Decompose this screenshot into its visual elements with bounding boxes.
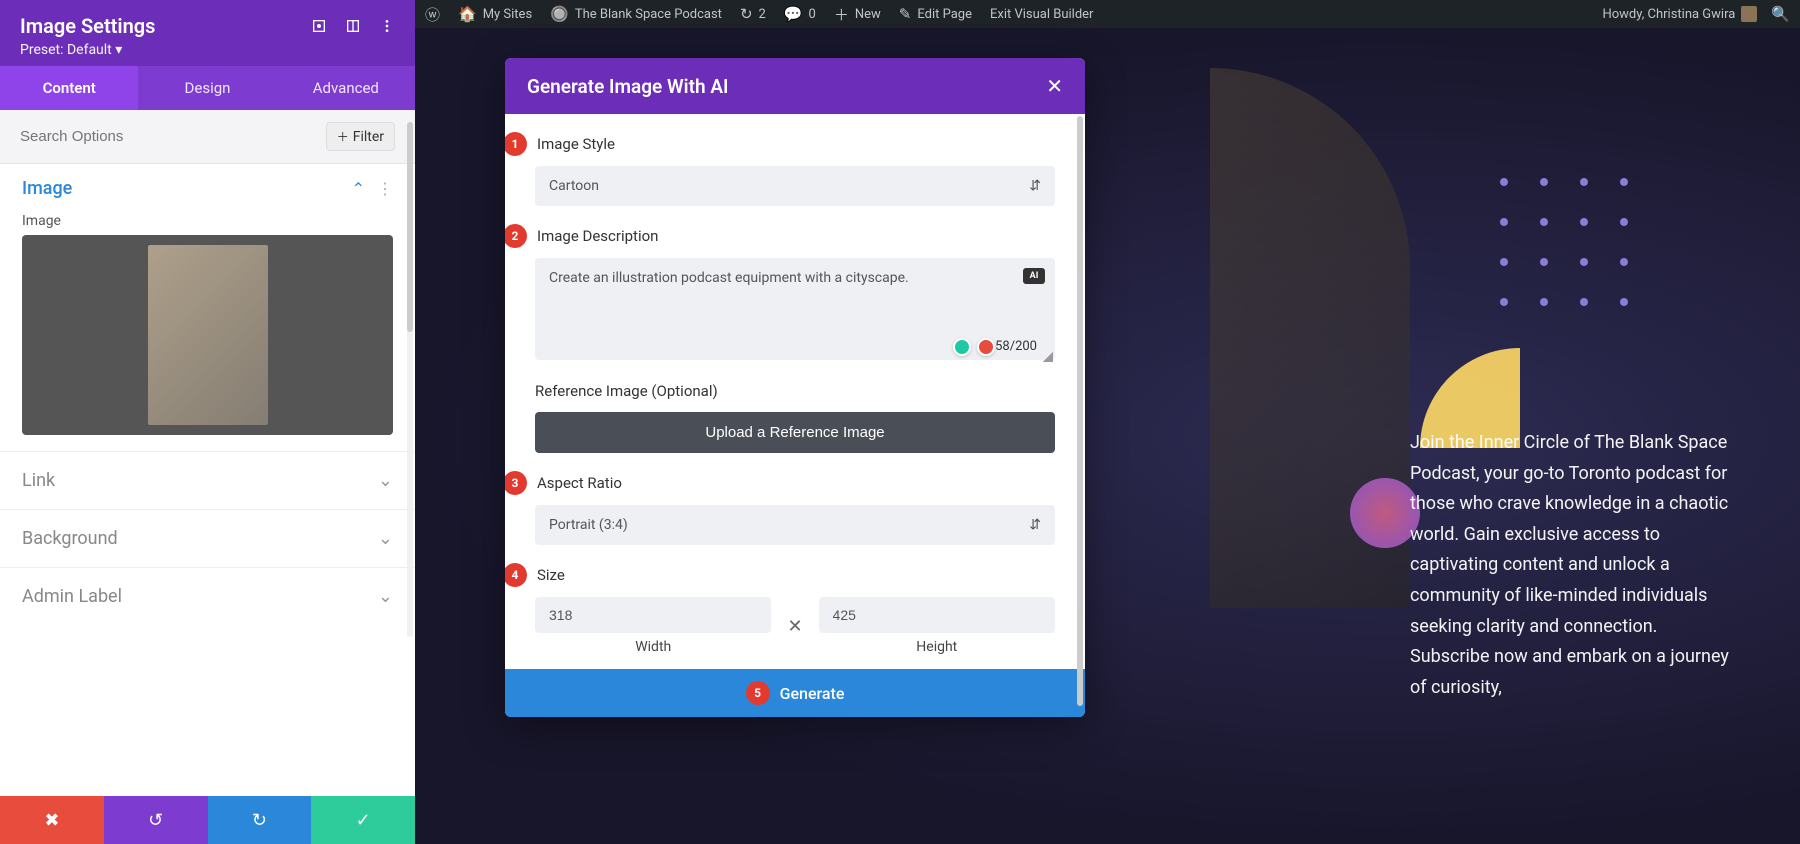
settings-title: Image Settings (20, 14, 155, 38)
my-sites-link[interactable]: 🏠My Sites (458, 5, 532, 23)
image-style-select[interactable]: Cartoon⇵ (535, 166, 1055, 206)
step-badge-3: 3 (505, 471, 527, 495)
search-row: ＋Filter (0, 110, 415, 164)
close-icon[interactable]: ✕ (1046, 74, 1063, 98)
modal-scrollbar[interactable] (1077, 116, 1083, 706)
textarea-resize-handle[interactable] (1043, 352, 1053, 362)
search-icon[interactable]: 🔍 (1771, 5, 1790, 23)
image-style-label: Image Style (537, 135, 615, 153)
kebab-menu-icon[interactable] (379, 18, 395, 34)
panel-layout-icon[interactable] (345, 18, 361, 34)
updates-link[interactable]: ↻2 (740, 5, 766, 23)
image-settings-panel: Image Settings Preset: Default ▾ Content… (0, 0, 415, 844)
tab-advanced[interactable]: Advanced (277, 66, 415, 110)
section-background[interactable]: Background⌄ (0, 509, 415, 567)
howdy-user[interactable]: Howdy, Christina Gwira (1602, 6, 1757, 22)
step-badge-5: 5 (746, 681, 770, 705)
undo-button[interactable]: ↺ (104, 796, 208, 844)
redo-button[interactable]: ↻ (208, 796, 312, 844)
site-name-link[interactable]: 🔘The Blank Space Podcast (550, 5, 722, 23)
wp-logo-icon[interactable]: ⓦ (425, 4, 440, 25)
generate-button[interactable]: 5 Generate (505, 669, 1085, 717)
chevron-down-icon: ⌄ (378, 470, 393, 491)
footer-actions: ✖ ↺ ↻ ✓ (0, 796, 415, 844)
chevron-down-icon: ⌄ (378, 528, 393, 549)
exit-visual-builder-link[interactable]: Exit Visual Builder (990, 7, 1093, 22)
image-description-label: Image Description (537, 227, 658, 245)
height-input[interactable] (819, 597, 1055, 633)
comments-link[interactable]: 💬0 (784, 5, 816, 23)
tab-content[interactable]: Content (0, 66, 138, 110)
image-preview[interactable] (22, 235, 393, 435)
size-multiply-icon: ✕ (787, 616, 802, 637)
save-button[interactable]: ✓ (311, 796, 415, 844)
avatar (1741, 6, 1757, 22)
new-link[interactable]: ＋New (834, 4, 881, 25)
chevron-up-icon[interactable]: ⌃ (352, 179, 365, 198)
select-arrows-icon: ⇵ (1029, 517, 1041, 533)
settings-tabs: Content Design Advanced (0, 66, 415, 110)
wp-admin-bar: ⓦ 🏠My Sites 🔘The Blank Space Podcast ↻2 … (415, 0, 1800, 28)
generate-image-modal: Generate Image With AI ✕ 1 Image Style C… (505, 58, 1085, 717)
section-image-header[interactable]: Image ⌃ ⋮ (0, 164, 415, 213)
image-thumbnail (148, 245, 268, 425)
step-badge-4: 4 (505, 563, 527, 587)
upload-reference-button[interactable]: Upload a Reference Image (535, 412, 1055, 453)
step-badge-2: 2 (505, 224, 527, 248)
settings-body: Image ⌃ ⋮ Image Link⌄ Background⌄ Admin … (0, 164, 415, 796)
width-sublabel: Width (635, 639, 671, 655)
step-badge-1: 1 (505, 132, 527, 156)
reference-image-label: Reference Image (Optional) (535, 382, 1055, 400)
image-field-label: Image (0, 213, 415, 235)
section-image-title: Image (22, 178, 72, 199)
dot-pattern (1500, 178, 1660, 338)
expand-icon[interactable] (311, 18, 327, 34)
tab-design[interactable]: Design (138, 66, 276, 110)
size-label: Size (537, 566, 565, 584)
grammarly-ok-icon[interactable] (953, 338, 971, 356)
char-count: 58/200 (995, 339, 1037, 354)
aspect-ratio-select[interactable]: Portrait (3:4)⇵ (535, 505, 1055, 545)
page-blurb: Join the Inner Circle of The Blank Space… (1410, 428, 1740, 703)
aspect-ratio-label: Aspect Ratio (537, 474, 622, 492)
select-arrows-icon: ⇵ (1029, 178, 1041, 194)
ai-badge[interactable]: AI (1023, 268, 1045, 284)
preset-dropdown[interactable]: Preset: Default ▾ (20, 42, 155, 58)
settings-header: Image Settings Preset: Default ▾ (0, 0, 415, 66)
width-input[interactable] (535, 597, 771, 633)
chevron-down-icon: ⌄ (378, 586, 393, 607)
grammarly-error-icon[interactable] (977, 338, 995, 356)
section-admin-label[interactable]: Admin Label⌄ (0, 567, 415, 625)
section-link[interactable]: Link⌄ (0, 451, 415, 509)
edit-page-link[interactable]: ✎Edit Page (899, 5, 972, 23)
filter-button[interactable]: ＋Filter (326, 122, 395, 151)
scrollbar-thumb[interactable] (407, 122, 413, 332)
height-sublabel: Height (916, 639, 957, 655)
cancel-button[interactable]: ✖ (0, 796, 104, 844)
modal-title: Generate Image With AI (527, 75, 728, 98)
section-kebab-icon[interactable]: ⋮ (377, 179, 393, 198)
modal-header: Generate Image With AI ✕ (505, 58, 1085, 114)
search-options-input[interactable] (20, 128, 326, 145)
